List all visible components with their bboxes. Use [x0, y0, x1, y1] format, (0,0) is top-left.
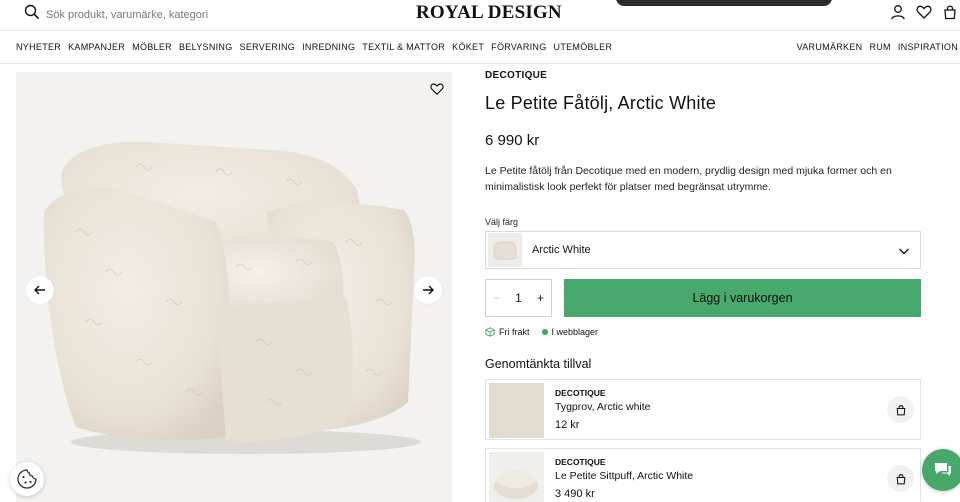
product-image — [43, 141, 421, 454]
package-icon — [485, 327, 495, 337]
nav-item[interactable]: INSPIRATION — [898, 42, 958, 52]
quantity-value[interactable]: 1 — [515, 291, 522, 305]
nav-item[interactable]: VARUMÄRKEN — [797, 42, 863, 52]
user-icon[interactable] — [890, 4, 906, 25]
nav-item[interactable]: TEXTIL & MATTOR — [362, 42, 445, 52]
usp-row: Fri frakt I webblager — [485, 327, 921, 337]
recommendation-item[interactable]: DECOTIQUE Le Petite Sittpuff, Arctic Whi… — [485, 448, 921, 502]
nav-item[interactable]: KAMPANJER — [68, 42, 125, 52]
product-image-gallery[interactable] — [16, 72, 452, 502]
recommendation-price: 12 kr — [555, 419, 580, 431]
nav-item[interactable]: BELYSNING — [179, 42, 233, 52]
nav-item[interactable]: NYHETER — [16, 42, 61, 52]
cookie-settings-button[interactable] — [10, 462, 44, 496]
chat-button[interactable] — [922, 449, 960, 491]
main-navigation: NYHETER KAMPANJER MÖBLER BELYSNING SERVERING… — [0, 31, 960, 64]
usp-stock: I webblager — [541, 327, 599, 337]
site-logo[interactable]: ROYAL DESIGN — [416, 2, 562, 24]
color-select-label: Välj färg — [485, 217, 519, 227]
add-to-cart-button[interactable]: Lägg i varukorgen — [564, 279, 921, 317]
product-brand[interactable]: DECOTIQUE — [485, 70, 921, 81]
search-input[interactable]: Sök produkt, varumärke, kategori — [46, 9, 208, 21]
chat-icon — [935, 463, 951, 476]
previous-image-button[interactable] — [26, 276, 54, 304]
usp-stock-label: I webblager — [551, 327, 599, 337]
quantity-stepper[interactable]: − 1 + — [485, 279, 552, 317]
arrow-right-icon — [423, 285, 434, 295]
color-thumbnail — [488, 233, 522, 267]
recommendation-thumbnail[interactable] — [489, 383, 544, 438]
product-price: 6 990 kr — [485, 132, 540, 149]
recommendation-name[interactable]: Le Petite Sittpuff, Arctic White — [555, 470, 693, 482]
recommendation-price: 3 490 kr — [555, 488, 595, 500]
recommendation-item[interactable]: DECOTIQUE Tygprov, Arctic white 12 kr — [485, 379, 921, 440]
add-recommendation-button[interactable] — [887, 465, 914, 492]
bag-icon — [896, 473, 905, 484]
heart-icon[interactable] — [916, 4, 932, 25]
next-image-button[interactable] — [414, 276, 442, 304]
bag-icon — [896, 404, 905, 415]
recommendations-heading: Genomtänkta tillval — [485, 357, 592, 371]
decrease-quantity-button[interactable]: − — [493, 291, 500, 305]
nav-item[interactable]: MÖBLER — [132, 42, 172, 52]
wishlist-heart-icon[interactable] — [430, 82, 444, 101]
product-info: DECOTIQUE Le Petite Fåtölj, Arctic White… — [485, 68, 921, 502]
product-title: Le Petite Fåtölj, Arctic White — [485, 93, 717, 113]
notification-banner — [616, 0, 832, 6]
nav-item[interactable]: FÖRVARING — [491, 42, 546, 52]
increase-quantity-button[interactable]: + — [537, 291, 544, 305]
product-description: Le Petite fåtölj från Decotique med en m… — [485, 165, 892, 193]
arrow-left-icon — [34, 285, 45, 295]
search-icon[interactable] — [24, 4, 40, 25]
nav-item[interactable]: INREDNING — [302, 42, 355, 52]
top-header: Sök produkt, varumärke, kategori ROYAL D… — [0, 0, 960, 31]
bag-icon[interactable] — [942, 4, 958, 25]
nav-item[interactable]: UTEMÖBLER — [554, 42, 613, 52]
nav-item[interactable]: RUM — [869, 42, 890, 52]
search-bar[interactable]: Sök produkt, varumärke, kategori — [24, 4, 208, 25]
recommendation-name[interactable]: Tygprov, Arctic white — [555, 401, 651, 413]
add-recommendation-button[interactable] — [887, 396, 914, 423]
cookie-icon — [17, 469, 37, 489]
usp-shipping: Fri frakt — [485, 327, 530, 337]
recommendation-brand: DECOTIQUE — [555, 457, 606, 467]
color-select[interactable]: Arctic White — [485, 231, 921, 269]
nav-item[interactable]: SERVERING — [240, 42, 296, 52]
usp-shipping-label: Fri frakt — [499, 327, 530, 337]
recommendation-brand: DECOTIQUE — [555, 388, 606, 398]
nav-item[interactable]: KÖKET — [452, 42, 484, 52]
chevron-down-icon — [898, 244, 910, 262]
selected-color: Arctic White — [532, 244, 591, 256]
recommendation-thumbnail[interactable] — [489, 452, 544, 502]
stock-status-dot — [541, 329, 548, 335]
